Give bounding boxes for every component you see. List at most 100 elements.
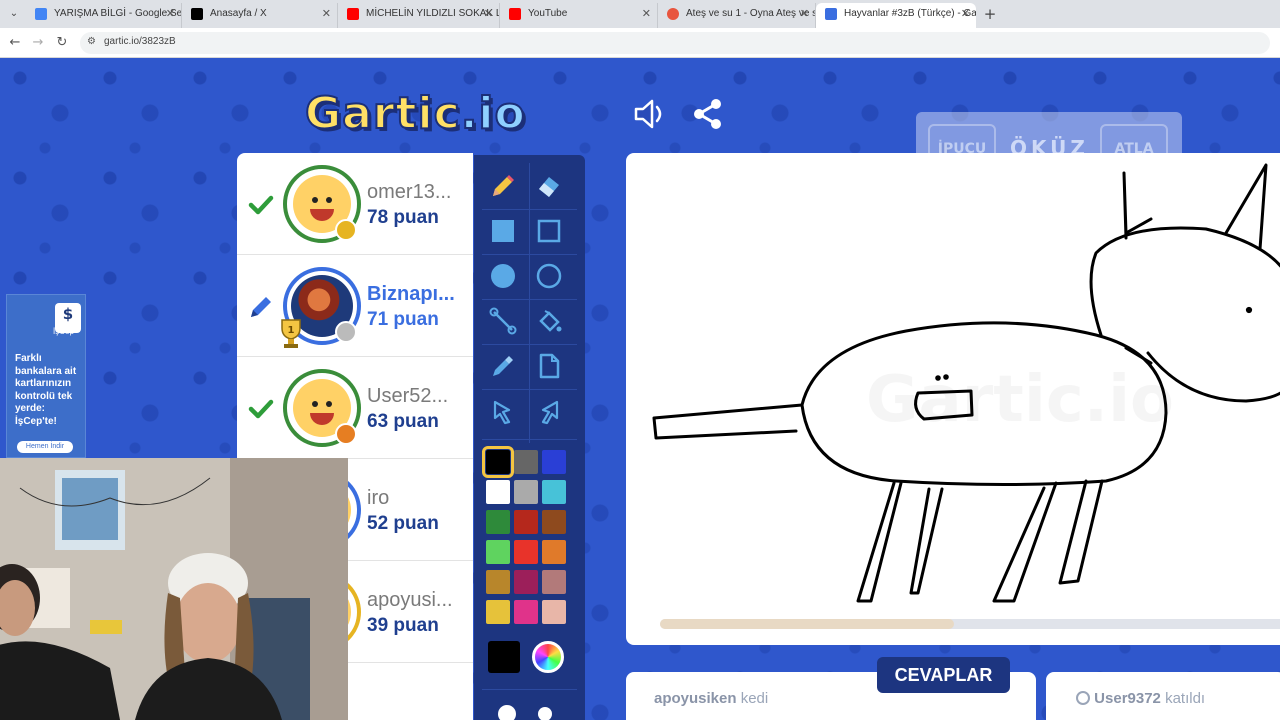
paint-bucket-icon [539,310,562,332]
game-favicon-icon [667,8,679,20]
eraser-icon [539,177,559,197]
tab-close-icon[interactable]: ✕ [322,3,331,25]
tab-close-icon[interactable]: ✕ [166,3,175,25]
player-color-badge [335,423,357,445]
site-info-icon[interactable]: ⚙ [87,36,99,48]
webcam-overlay [0,458,348,720]
trophy-icon: 1 [281,319,301,348]
filled-rect-tool[interactable] [488,216,518,246]
color-swatch[interactable] [542,480,566,504]
tab-title: YouTube [528,8,568,19]
sound-icon[interactable] [632,96,668,132]
pencil-tool[interactable] [488,171,518,201]
clear-tool[interactable] [534,351,564,381]
redo-tool[interactable] [534,397,564,427]
player-score: 78 puan [367,207,439,228]
ad-text: Farklı bankalara ait kartlarınızın kontr… [15,353,77,427]
player-row[interactable]: 1 Biznapı... 71 puan [237,255,473,357]
trophy-rank: 1 [288,325,295,336]
checkmark-icon [248,195,274,215]
chat-message: User9372 katıldı [1076,690,1205,707]
tab-title: YARIŞMA BİLGİ - Google Search [54,8,182,19]
tab-close-icon[interactable]: ✕ [800,3,809,25]
undo-tool[interactable] [488,397,518,427]
tab-michelin-video[interactable]: MİCHELİN YILDIZLI SOKAK LEZZ... ✕ [338,3,500,28]
player-name: omer13... [367,181,452,203]
circle-tool[interactable] [534,261,564,291]
player-row[interactable]: User52... 63 puan [237,357,473,459]
color-picker-wheel-icon[interactable] [532,641,564,673]
tab-title: Ateş ve su 1 - Oyna Ateş ve su [686,8,816,19]
player-name: Biznapı... [367,283,455,305]
reload-icon[interactable]: ↻ [53,34,71,52]
fill-tool[interactable] [534,306,564,336]
player-name: iro [367,487,390,509]
color-swatch[interactable] [514,570,538,594]
chat-username: User9372 [1094,690,1161,707]
color-swatch[interactable] [514,600,538,624]
color-swatch[interactable] [514,510,538,534]
undo-icon [493,400,511,425]
player-score: 52 puan [367,513,439,534]
player-name: apoyusi... [367,589,453,611]
forward-icon[interactable]: → [29,34,47,52]
chat-username: apoyusiken [654,690,737,707]
color-swatch[interactable] [514,450,538,474]
page-icon [539,353,560,379]
filled-circle-icon [491,264,515,288]
color-swatch[interactable] [486,570,510,594]
tab-youtube[interactable]: YouTube ✕ [500,3,658,28]
url-text: gartic.io/3823zB [104,36,176,47]
events-chat-panel: User9372 katıldı [1046,672,1280,720]
answers-button[interactable]: CEVAPLAR [877,657,1010,693]
tab-close-icon[interactable]: ✕ [961,3,970,25]
share-icon[interactable] [690,96,726,132]
new-tab-button[interactable]: + [980,4,1000,24]
filled-circle-tool[interactable] [488,261,518,291]
chat-text: katıldı [1165,690,1206,707]
drawing-canvas[interactable]: Gartic.io [626,153,1280,645]
tab-fire-water-game[interactable]: Ateş ve su 1 - Oyna Ateş ve su ✕ [658,3,816,28]
brush-size-medium[interactable] [538,707,552,720]
browser-toolbar: ← → ↻ ⚙ gartic.io/3823zB [0,28,1280,58]
player-color-badge [335,321,357,343]
bank-ad-banner[interactable]: $ İşCep Farklı bankalara ait kartlarınız… [6,294,86,458]
color-swatch[interactable] [486,540,510,564]
line-icon [489,307,517,335]
color-swatch[interactable] [514,540,538,564]
tab-google-search[interactable]: YARIŞMA BİLGİ - Google Search ✕ [26,3,182,28]
color-swatch[interactable] [542,570,566,594]
eraser-tool[interactable] [534,171,564,201]
brush-size-large[interactable] [498,705,516,720]
tab-x-home[interactable]: Anasayfa / X ✕ [182,3,338,28]
gartic-favicon-icon [825,8,837,20]
tab-close-icon[interactable]: ✕ [484,3,493,25]
line-tool[interactable] [488,306,518,336]
filled-square-icon [492,220,514,242]
logo-main-text: Gartic [304,87,461,140]
color-swatch[interactable] [542,600,566,624]
current-color-swatch[interactable] [488,641,520,673]
color-swatch[interactable] [542,510,566,534]
chat-message: apoyusiken kedi [654,690,768,707]
color-swatch[interactable] [514,480,538,504]
color-swatch[interactable] [486,480,510,504]
player-row[interactable]: omer13... 78 puan [237,153,473,255]
address-bar[interactable]: ⚙ gartic.io/3823zB [80,32,1270,54]
square-outline-icon [537,219,561,243]
eyedropper-icon [493,356,513,376]
tab-gartic-active[interactable]: Hayvanlar #3zB (Türkçe) - Gart... ✕ [816,3,976,28]
color-swatch[interactable] [542,540,566,564]
ad-download-button[interactable]: Hemen İndir [17,441,73,453]
color-swatch[interactable] [486,600,510,624]
rect-tool[interactable] [534,216,564,246]
color-swatch[interactable] [486,510,510,534]
tab-search-menu-icon[interactable]: ⌄ [6,6,22,22]
player-color-badge [335,219,357,241]
color-swatch[interactable] [482,446,514,478]
color-swatch[interactable] [542,450,566,474]
back-icon[interactable]: ← [6,34,24,52]
eyedropper-tool[interactable] [488,351,518,381]
tab-close-icon[interactable]: ✕ [642,3,651,25]
pencil-icon [493,175,514,196]
